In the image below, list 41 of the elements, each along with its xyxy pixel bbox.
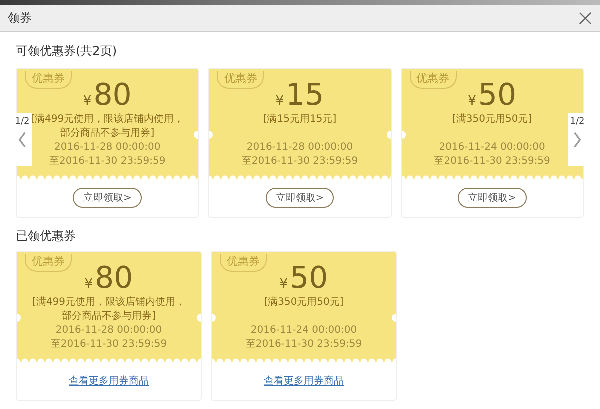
currency-sign: ¥ bbox=[468, 94, 476, 109]
chevron-left-icon bbox=[18, 132, 27, 148]
coupon-stamp: 优惠券 bbox=[220, 254, 267, 272]
more-products-link[interactable]: 查看更多用券商品 bbox=[69, 374, 149, 388]
coupon-amount: 50 bbox=[290, 262, 328, 296]
coupon-amount: 80 bbox=[95, 262, 134, 296]
coupon-condition: [满350元用50元] bbox=[263, 296, 345, 310]
more-products-link[interactable]: 查看更多用券商品 bbox=[264, 374, 344, 388]
coupon-condition: [满499元使用，限该店铺内使用，部分商品不参与用券] bbox=[32, 296, 186, 324]
dialog-title: 领券 bbox=[8, 10, 32, 26]
start-date: 2016-11-24 00:00:00 bbox=[250, 324, 358, 338]
currency-sign: ¥ bbox=[84, 277, 94, 292]
claim-button[interactable]: 立即领取> bbox=[266, 188, 334, 208]
start-date: 2016-11-28 00:00:00 bbox=[54, 141, 161, 155]
end-date: 至2016-11-30 23:59:59 bbox=[50, 155, 166, 169]
end-date: 至2016-11-30 23:59:59 bbox=[50, 338, 168, 352]
chevron-right-icon bbox=[573, 132, 582, 148]
coupon-stamp: 优惠券 bbox=[25, 71, 72, 89]
pager-control[interactable]: 1/2 bbox=[13, 113, 32, 166]
coupon-stamp: 优惠券 bbox=[25, 254, 72, 272]
start-date: 2016-11-28 00:00:00 bbox=[56, 324, 162, 338]
claim-button[interactable]: 立即领取> bbox=[458, 188, 527, 208]
start-date: 2016-11-28 00:00:00 bbox=[246, 141, 354, 155]
pager-control[interactable]: 1/2 bbox=[568, 113, 587, 166]
end-date: 至2016-11-30 23:59:59 bbox=[246, 338, 362, 352]
coupon-amount: 15 bbox=[286, 79, 324, 113]
end-date: 至2016-11-30 23:59:59 bbox=[242, 155, 358, 169]
close-icon[interactable] bbox=[579, 12, 592, 24]
claim-button[interactable]: 立即领取> bbox=[73, 188, 142, 208]
currency-sign: ¥ bbox=[280, 277, 288, 292]
coupon-stamp: 优惠券 bbox=[410, 71, 457, 89]
section-heading: 已领优惠券 bbox=[16, 228, 77, 245]
coupon-amount: 80 bbox=[94, 79, 132, 113]
coupon-condition: [满15元用15元] bbox=[262, 113, 338, 127]
coupon-amount: 50 bbox=[478, 79, 517, 113]
end-date: 至2016-11-30 23:59:59 bbox=[434, 155, 550, 169]
coupon-stamp: 优惠券 bbox=[217, 71, 264, 89]
currency-sign: ¥ bbox=[83, 94, 92, 109]
section-heading: 可领优惠券(共2页) bbox=[16, 43, 118, 60]
currency-sign: ¥ bbox=[276, 94, 284, 109]
start-date: 2016-11-24 00:00:00 bbox=[439, 141, 546, 155]
